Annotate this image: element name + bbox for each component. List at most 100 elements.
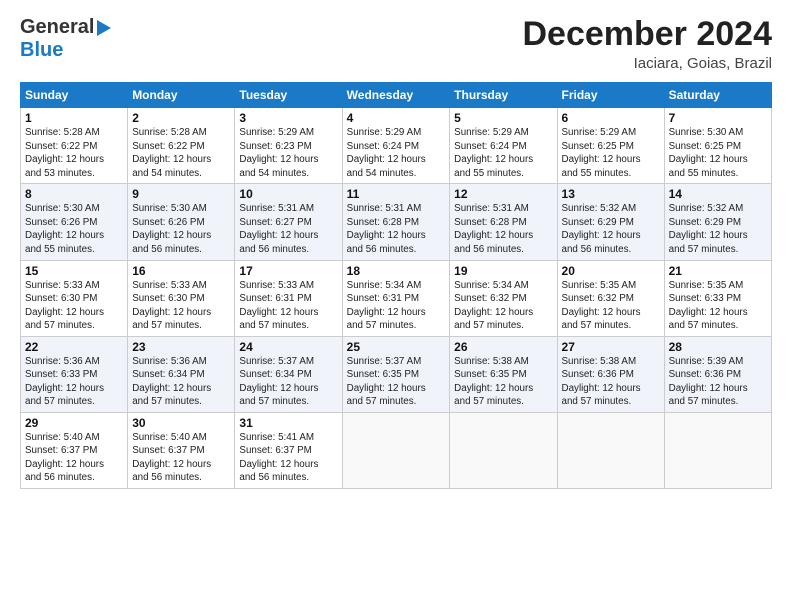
day-number: 29 xyxy=(25,416,123,430)
col-thursday: Thursday xyxy=(450,83,557,108)
logo-blue-text: Blue xyxy=(20,39,63,62)
day-info: Sunrise: 5:41 AM Sunset: 6:37 PM Dayligh… xyxy=(239,431,337,485)
calendar-cell: 30Sunrise: 5:40 AM Sunset: 6:37 PM Dayli… xyxy=(128,412,235,488)
calendar-cell: 29Sunrise: 5:40 AM Sunset: 6:37 PM Dayli… xyxy=(21,412,128,488)
calendar-cell: 15Sunrise: 5:33 AM Sunset: 6:30 PM Dayli… xyxy=(21,260,128,336)
calendar-cell: 10Sunrise: 5:31 AM Sunset: 6:27 PM Dayli… xyxy=(235,184,342,260)
calendar-cell: 14Sunrise: 5:32 AM Sunset: 6:29 PM Dayli… xyxy=(664,184,771,260)
day-info: Sunrise: 5:31 AM Sunset: 6:27 PM Dayligh… xyxy=(239,202,337,256)
day-info: Sunrise: 5:38 AM Sunset: 6:36 PM Dayligh… xyxy=(562,355,660,409)
calendar-week-row-1: 1Sunrise: 5:28 AM Sunset: 6:22 PM Daylig… xyxy=(21,108,772,184)
day-info: Sunrise: 5:40 AM Sunset: 6:37 PM Dayligh… xyxy=(132,431,230,485)
col-monday: Monday xyxy=(128,83,235,108)
day-info: Sunrise: 5:34 AM Sunset: 6:31 PM Dayligh… xyxy=(347,279,446,333)
day-info: Sunrise: 5:32 AM Sunset: 6:29 PM Dayligh… xyxy=(669,202,767,256)
calendar-header-row: Sunday Monday Tuesday Wednesday Thursday… xyxy=(21,83,772,108)
calendar-cell: 21Sunrise: 5:35 AM Sunset: 6:33 PM Dayli… xyxy=(664,260,771,336)
calendar-cell: 23Sunrise: 5:36 AM Sunset: 6:34 PM Dayli… xyxy=(128,336,235,412)
day-info: Sunrise: 5:29 AM Sunset: 6:23 PM Dayligh… xyxy=(239,126,337,180)
day-number: 15 xyxy=(25,264,123,278)
day-number: 10 xyxy=(239,187,337,201)
day-info: Sunrise: 5:35 AM Sunset: 6:33 PM Dayligh… xyxy=(669,279,767,333)
calendar-cell xyxy=(557,412,664,488)
calendar-cell: 8Sunrise: 5:30 AM Sunset: 6:26 PM Daylig… xyxy=(21,184,128,260)
calendar-cell: 13Sunrise: 5:32 AM Sunset: 6:29 PM Dayli… xyxy=(557,184,664,260)
day-number: 8 xyxy=(25,187,123,201)
title-block: December 2024 Iaciara, Goias, Brazil xyxy=(522,16,772,72)
calendar-cell: 16Sunrise: 5:33 AM Sunset: 6:30 PM Dayli… xyxy=(128,260,235,336)
day-number: 5 xyxy=(454,111,552,125)
calendar-cell: 9Sunrise: 5:30 AM Sunset: 6:26 PM Daylig… xyxy=(128,184,235,260)
day-number: 7 xyxy=(669,111,767,125)
calendar-cell: 28Sunrise: 5:39 AM Sunset: 6:36 PM Dayli… xyxy=(664,336,771,412)
calendar-cell: 17Sunrise: 5:33 AM Sunset: 6:31 PM Dayli… xyxy=(235,260,342,336)
logo-line2: Blue xyxy=(20,39,63,62)
logo-line1: General xyxy=(20,16,111,39)
calendar-cell xyxy=(450,412,557,488)
day-number: 22 xyxy=(25,340,123,354)
col-wednesday: Wednesday xyxy=(342,83,450,108)
calendar-cell: 31Sunrise: 5:41 AM Sunset: 6:37 PM Dayli… xyxy=(235,412,342,488)
col-friday: Friday xyxy=(557,83,664,108)
day-number: 17 xyxy=(239,264,337,278)
logo-general-text: General xyxy=(20,16,94,39)
day-number: 14 xyxy=(669,187,767,201)
calendar-cell: 24Sunrise: 5:37 AM Sunset: 6:34 PM Dayli… xyxy=(235,336,342,412)
day-info: Sunrise: 5:37 AM Sunset: 6:34 PM Dayligh… xyxy=(239,355,337,409)
day-info: Sunrise: 5:28 AM Sunset: 6:22 PM Dayligh… xyxy=(132,126,230,180)
calendar-cell xyxy=(342,412,450,488)
logo: General Blue xyxy=(20,16,111,62)
col-sunday: Sunday xyxy=(21,83,128,108)
col-saturday: Saturday xyxy=(664,83,771,108)
day-info: Sunrise: 5:33 AM Sunset: 6:30 PM Dayligh… xyxy=(132,279,230,333)
calendar-cell xyxy=(664,412,771,488)
day-info: Sunrise: 5:30 AM Sunset: 6:26 PM Dayligh… xyxy=(25,202,123,256)
day-number: 16 xyxy=(132,264,230,278)
day-number: 26 xyxy=(454,340,552,354)
day-number: 6 xyxy=(562,111,660,125)
calendar-cell: 6Sunrise: 5:29 AM Sunset: 6:25 PM Daylig… xyxy=(557,108,664,184)
day-number: 9 xyxy=(132,187,230,201)
calendar-cell: 19Sunrise: 5:34 AM Sunset: 6:32 PM Dayli… xyxy=(450,260,557,336)
calendar-cell: 1Sunrise: 5:28 AM Sunset: 6:22 PM Daylig… xyxy=(21,108,128,184)
day-number: 21 xyxy=(669,264,767,278)
day-number: 18 xyxy=(347,264,446,278)
day-info: Sunrise: 5:40 AM Sunset: 6:37 PM Dayligh… xyxy=(25,431,123,485)
day-number: 3 xyxy=(239,111,337,125)
day-info: Sunrise: 5:36 AM Sunset: 6:34 PM Dayligh… xyxy=(132,355,230,409)
day-info: Sunrise: 5:29 AM Sunset: 6:24 PM Dayligh… xyxy=(347,126,446,180)
calendar-week-row-3: 15 Sunrise: 5:33 AM Sunset: 6:30 PM Dayli… xyxy=(21,260,772,336)
day-info: Sunrise: 5:36 AM Sunset: 6:33 PM Dayligh… xyxy=(25,355,123,409)
day-number: 1 xyxy=(25,111,123,125)
calendar-cell: 11Sunrise: 5:31 AM Sunset: 6:28 PM Dayli… xyxy=(342,184,450,260)
calendar-cell: 5Sunrise: 5:29 AM Sunset: 6:24 PM Daylig… xyxy=(450,108,557,184)
calendar-week-row-2: 8Sunrise: 5:30 AM Sunset: 6:26 PM Daylig… xyxy=(21,184,772,260)
day-info: Sunrise: 5:28 AM Sunset: 6:22 PM Dayligh… xyxy=(25,126,123,180)
day-info: Sunrise: 5:29 AM Sunset: 6:24 PM Dayligh… xyxy=(454,126,552,180)
month-title: December 2024 xyxy=(522,16,772,53)
calendar-cell: 7Sunrise: 5:30 AM Sunset: 6:25 PM Daylig… xyxy=(664,108,771,184)
day-info: Sunrise: 5:38 AM Sunset: 6:35 PM Dayligh… xyxy=(454,355,552,409)
day-number: 13 xyxy=(562,187,660,201)
day-number: 2 xyxy=(132,111,230,125)
calendar-cell: 18Sunrise: 5:34 AM Sunset: 6:31 PM Dayli… xyxy=(342,260,450,336)
day-number: 19 xyxy=(454,264,552,278)
day-info: Sunrise: 5:30 AM Sunset: 6:26 PM Dayligh… xyxy=(132,202,230,256)
day-info: Sunrise: 5:37 AM Sunset: 6:35 PM Dayligh… xyxy=(347,355,446,409)
day-number: 28 xyxy=(669,340,767,354)
header: General Blue December 2024 Iaciara, Goia… xyxy=(20,16,772,72)
page: General Blue December 2024 Iaciara, Goia… xyxy=(0,0,792,612)
day-number: 25 xyxy=(347,340,446,354)
day-info: Sunrise: 5:32 AM Sunset: 6:29 PM Dayligh… xyxy=(562,202,660,256)
day-number: 30 xyxy=(132,416,230,430)
day-info: Sunrise: 5:39 AM Sunset: 6:36 PM Dayligh… xyxy=(669,355,767,409)
calendar-table: Sunday Monday Tuesday Wednesday Thursday… xyxy=(20,82,772,488)
day-info: Sunrise: 5:31 AM Sunset: 6:28 PM Dayligh… xyxy=(347,202,446,256)
day-number: 20 xyxy=(562,264,660,278)
calendar-week-row-4: 22Sunrise: 5:36 AM Sunset: 6:33 PM Dayli… xyxy=(21,336,772,412)
day-number: 24 xyxy=(239,340,337,354)
calendar-week-row-5: 29Sunrise: 5:40 AM Sunset: 6:37 PM Dayli… xyxy=(21,412,772,488)
calendar-cell: 3Sunrise: 5:29 AM Sunset: 6:23 PM Daylig… xyxy=(235,108,342,184)
col-tuesday: Tuesday xyxy=(235,83,342,108)
calendar-cell: 26Sunrise: 5:38 AM Sunset: 6:35 PM Dayli… xyxy=(450,336,557,412)
